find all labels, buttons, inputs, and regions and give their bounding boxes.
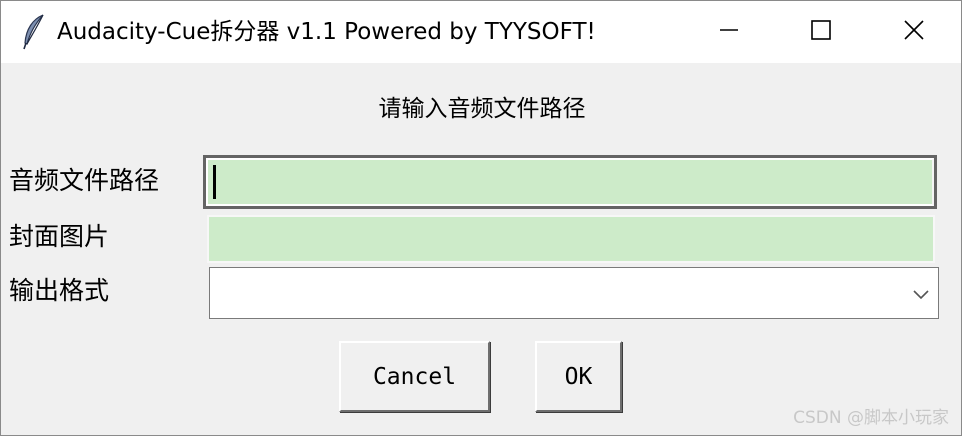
cover-image-label: 封面图片 xyxy=(9,222,110,251)
maximize-button[interactable] xyxy=(775,1,867,63)
output-format-select[interactable] xyxy=(209,267,939,319)
text-caret xyxy=(213,165,216,199)
window-title: Audacity-Cue拆分器 v1.1 Powered by TYYSOFT! xyxy=(57,19,596,45)
close-icon xyxy=(903,19,925,45)
dialog-window: Audacity-Cue拆分器 v1.1 Powered by TYYSOFT!… xyxy=(0,0,962,436)
close-button[interactable] xyxy=(867,1,961,63)
cover-image-input[interactable] xyxy=(207,215,935,263)
watermark-text: CSDN @脚本小玩家 xyxy=(793,408,949,428)
audio-path-input-inner xyxy=(206,158,934,206)
prompt-label: 请输入音频文件路径 xyxy=(378,96,586,122)
audio-path-input[interactable] xyxy=(203,155,937,209)
audio-path-label: 音频文件路径 xyxy=(9,166,160,195)
output-format-label: 输出格式 xyxy=(9,276,110,305)
maximize-icon xyxy=(810,19,832,45)
cancel-button[interactable]: Cancel xyxy=(339,341,490,412)
feather-icon xyxy=(21,13,47,51)
title-bar[interactable]: Audacity-Cue拆分器 v1.1 Powered by TYYSOFT! xyxy=(1,1,961,63)
minimize-button[interactable] xyxy=(683,1,775,63)
ok-button[interactable]: OK xyxy=(535,341,622,412)
chevron-down-icon[interactable] xyxy=(912,286,930,302)
minimize-icon xyxy=(719,20,739,44)
